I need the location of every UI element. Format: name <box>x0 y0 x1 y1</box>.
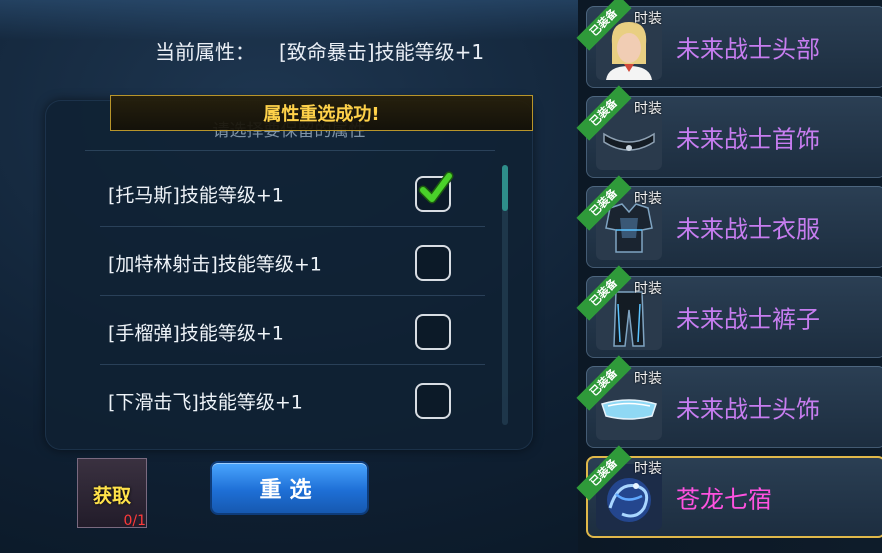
fashion-tag: 时装 <box>634 281 662 297</box>
option-checkbox[interactable] <box>415 314 451 350</box>
current-attribute: 当前属性： [致命暴击]技能等级+1 <box>155 36 484 65</box>
fashion-tag: 时装 <box>634 461 662 477</box>
fashion-tag: 时装 <box>634 371 662 387</box>
checkmark-icon <box>418 171 454 204</box>
equipment-card[interactable]: 已装备 时装 未来战士首饰 <box>576 85 882 178</box>
top-glow <box>0 0 580 40</box>
reselect-button[interactable]: 重选 <box>212 463 367 513</box>
current-attribute-value: [致命暴击]技能等级+1 <box>279 40 485 64</box>
option-label: [手榴弹]技能等级+1 <box>108 322 284 345</box>
equipment-card[interactable]: 已装备 时装 未来战士裤子 <box>576 265 882 358</box>
item-name: 未来战士头部 <box>676 35 820 64</box>
divider <box>100 295 485 296</box>
obtain-label: 获取 <box>92 485 131 507</box>
obtain-count: 0/1 <box>123 513 146 529</box>
option-label: [托马斯]技能等级+1 <box>108 184 284 207</box>
item-name: 苍龙七宿 <box>676 485 772 514</box>
option-checkbox[interactable] <box>415 171 454 212</box>
option-row[interactable]: [托马斯]技能等级+1 <box>65 160 490 228</box>
equipment-card[interactable]: 已装备 时装 未来战士头部 <box>576 0 882 88</box>
scrollbar-thumb[interactable] <box>502 165 508 211</box>
option-checkbox[interactable] <box>415 245 451 281</box>
fashion-tag: 时装 <box>634 11 662 27</box>
equipment-card[interactable]: 已装备 时装 未来战士衣服 <box>576 175 882 268</box>
item-name: 未来战士裤子 <box>676 305 820 334</box>
divider <box>100 364 485 365</box>
option-checkbox[interactable] <box>415 383 451 419</box>
equipment-card-selected[interactable]: 已装备 时装 苍龙七宿 <box>576 445 882 538</box>
fashion-tag: 时装 <box>634 191 662 207</box>
option-row[interactable]: [下滑击飞]技能等级+1 <box>65 367 490 435</box>
options-scrollbar[interactable] <box>502 165 508 425</box>
option-label: [下滑击飞]技能等级+1 <box>108 391 303 414</box>
item-name: 未来战士首饰 <box>676 125 820 154</box>
equipment-list: 已装备 时装 未来战士头部 已装备 时装 未来战士首饰 已装备 时装 未来战士衣… <box>576 0 882 553</box>
equipment-card[interactable]: 已装备 时装 未来战士头饰 <box>576 355 882 448</box>
fashion-tag: 时装 <box>634 101 662 117</box>
obtain-item-slot[interactable]: 获取 0/1 <box>77 458 147 529</box>
current-attribute-label: 当前属性： <box>155 40 255 64</box>
divider <box>100 226 485 227</box>
option-label: [加特林射击]技能等级+1 <box>108 253 322 276</box>
option-row[interactable]: [加特林射击]技能等级+1 <box>65 229 490 297</box>
option-row[interactable]: [手榴弹]技能等级+1 <box>65 298 490 366</box>
success-toast: 属性重选成功! <box>110 95 533 131</box>
divider <box>85 150 495 151</box>
item-name: 未来战士衣服 <box>676 215 820 244</box>
item-name: 未来战士头饰 <box>676 395 820 424</box>
